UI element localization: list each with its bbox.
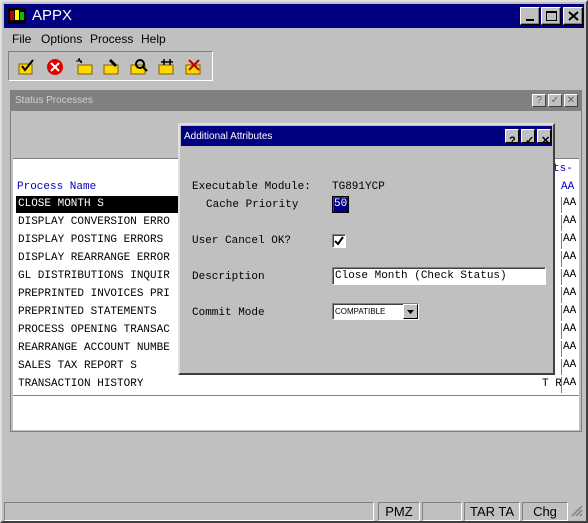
cache-priority-field[interactable]: 50: [332, 196, 349, 213]
dialog-close-button[interactable]: ✕: [537, 129, 551, 147]
sp-ok-button[interactable]: ✓: [548, 94, 562, 107]
cache-priority-label: Cache Priority: [206, 199, 299, 211]
status-cell-tar: TAR TA: [464, 502, 520, 521]
process-aa: AA: [561, 269, 577, 285]
process-name: TRANSACTION HISTORY: [18, 378, 144, 390]
status-cell-blank: [422, 502, 462, 521]
cancel-icon: [47, 59, 63, 75]
minimize-button[interactable]: [520, 7, 540, 25]
process-name: SALES TAX REPORT S: [18, 360, 137, 372]
description-value: Close Month (Check Status): [335, 270, 507, 282]
exec-module-label: Executable Module:: [192, 181, 311, 193]
process-name: PROCESS OPENING TRANSAC: [18, 324, 170, 336]
status-cell-pmz: PMZ: [378, 502, 420, 521]
commit-mode-label: Commit Mode: [192, 307, 265, 319]
dropdown-button[interactable]: [403, 304, 418, 319]
menu-help[interactable]: Help: [141, 32, 166, 46]
status-processes-titlebar: Status Processes ? ✓ ✕: [11, 91, 581, 111]
change-icon: [103, 59, 119, 75]
check-select-icon: [18, 59, 34, 75]
delete-icon: [185, 59, 201, 75]
dialog-title: Additional Attributes: [184, 131, 273, 142]
sp-help-button[interactable]: ?: [532, 94, 546, 107]
process-name: PREPRINTED STATEMENTS: [18, 306, 157, 318]
dialog-help-button[interactable]: ?: [505, 129, 519, 147]
description-field[interactable]: Close Month (Check Status): [332, 267, 546, 285]
close-icon: ✕: [541, 135, 551, 147]
exec-module-value: TG891YCP: [332, 181, 385, 193]
toolbar: [8, 51, 213, 81]
maximize-icon: [546, 11, 557, 21]
process-aa: AA: [561, 377, 577, 393]
process-name: DISPLAY CONVERSION ERRO: [18, 216, 170, 228]
menu-options[interactable]: Options: [41, 32, 82, 46]
title-bar: APPX: [4, 4, 584, 28]
menu-file[interactable]: File: [12, 32, 31, 46]
process-name: REARRANGE ACCOUNT NUMBE: [18, 342, 170, 354]
add-button[interactable]: [74, 56, 96, 78]
close-button[interactable]: [563, 7, 583, 25]
column-header-process-name: Process Name: [17, 181, 97, 193]
list-bottom-divider: [13, 395, 579, 396]
close-icon: ✕: [566, 95, 576, 106]
status-processes-title: Status Processes: [15, 95, 93, 106]
process-aa: AA: [561, 341, 577, 357]
dialog-titlebar: Additional Attributes ? ✓ ✕: [181, 126, 552, 147]
close-icon: [568, 11, 579, 21]
description-label: Description: [192, 271, 265, 283]
process-aa: AA: [561, 305, 577, 321]
process-name: PREPRINTED INVOICES PRI: [18, 288, 170, 300]
app-title: APPX: [32, 7, 73, 24]
column-header-right: AA: [561, 181, 575, 193]
process-name: CLOSE MONTH S: [18, 198, 104, 210]
change-button[interactable]: [101, 56, 123, 78]
process-row[interactable]: TRANSACTION HISTORY: [16, 376, 554, 393]
scan-button[interactable]: [156, 56, 178, 78]
menu-bar: File Options Process Help: [4, 29, 584, 49]
help-icon: ?: [509, 135, 516, 147]
additional-attributes-dialog: Additional Attributes ? ✓ ✕ Executable M…: [178, 123, 555, 375]
process-aa: AA: [561, 287, 577, 303]
appx-logo-icon: [8, 8, 26, 24]
inquire-button[interactable]: [128, 56, 150, 78]
status-message-cell: [4, 502, 374, 521]
process-aa: AA: [561, 215, 577, 231]
process-name: GL DISTRIBUTIONS INQUIR: [18, 270, 170, 282]
process-extra: T R: [542, 378, 562, 390]
process-name: DISPLAY POSTING ERRORS: [18, 234, 164, 246]
maximize-button[interactable]: [541, 7, 561, 25]
checkmark-icon: [334, 236, 344, 246]
chevron-down-icon: [407, 310, 414, 314]
commit-mode-value: COMPATIBLE: [335, 307, 386, 316]
process-aa: AA: [561, 233, 577, 249]
process-name: DISPLAY REARRANGE ERROR: [18, 252, 170, 264]
column-header-right-top: ts-: [553, 163, 573, 175]
menu-process[interactable]: Process: [90, 32, 133, 46]
status-cell-chg: Chg: [522, 502, 568, 521]
check-icon: ✓: [550, 95, 560, 106]
inquire-icon: [130, 59, 148, 75]
process-aa: AA: [561, 197, 577, 213]
user-cancel-checkbox[interactable]: [332, 234, 346, 248]
user-cancel-label: User Cancel OK?: [192, 235, 292, 247]
status-bar: PMZ TAR TA Chg: [4, 500, 584, 522]
sp-close-button[interactable]: ✕: [564, 94, 578, 107]
add-icon: [76, 57, 93, 75]
process-aa: AA: [561, 323, 577, 339]
select-button[interactable]: [16, 56, 38, 78]
help-icon: ?: [536, 95, 542, 106]
process-aa: AA: [561, 251, 577, 267]
check-icon: ✓: [525, 135, 535, 147]
scan-icon: [158, 59, 174, 75]
commit-mode-select[interactable]: COMPATIBLE: [332, 303, 419, 320]
cache-priority-value: 50: [334, 198, 348, 210]
process-aa: AA: [561, 359, 577, 375]
app-window: APPX File Options Process Help Status Pr…: [0, 0, 588, 523]
delete-button[interactable]: [183, 56, 205, 78]
resize-grip-icon[interactable]: [570, 504, 583, 520]
dialog-ok-button[interactable]: ✓: [521, 129, 535, 147]
minimize-icon: [526, 19, 534, 21]
cancel-button[interactable]: [44, 56, 66, 78]
